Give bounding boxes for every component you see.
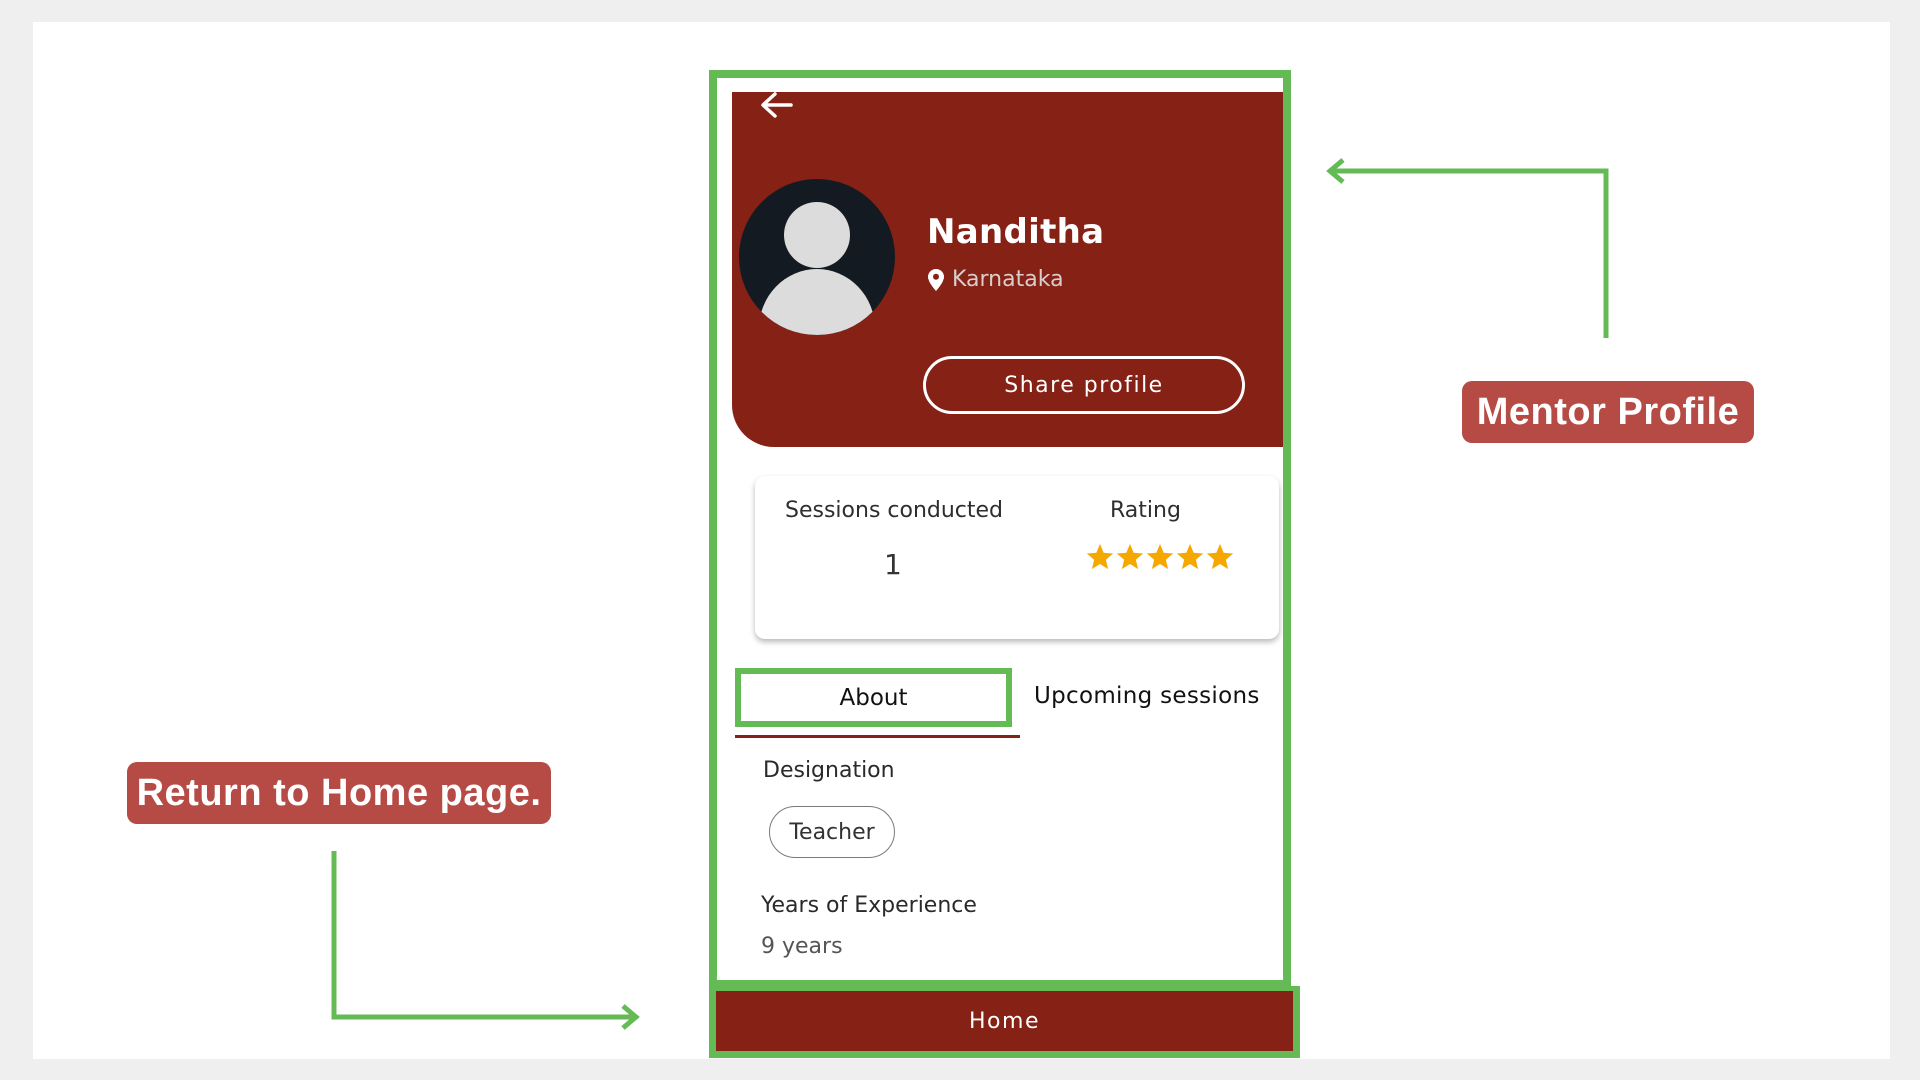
star-icon bbox=[1176, 543, 1204, 570]
mentor-profile-screen: Nanditha Karnataka Share profile Session… bbox=[709, 70, 1291, 988]
designation-chip: Teacher bbox=[769, 806, 895, 858]
star-icon bbox=[1206, 543, 1234, 570]
back-arrow-icon[interactable] bbox=[758, 86, 796, 124]
bottom-nav-bar: Home bbox=[709, 986, 1300, 1058]
tab-about[interactable]: About bbox=[735, 668, 1020, 738]
experience-label: Years of Experience bbox=[761, 893, 977, 918]
user-avatar-icon bbox=[739, 179, 895, 335]
location-text: Karnataka bbox=[952, 267, 1064, 292]
mentor-name: Nanditha bbox=[927, 212, 1105, 252]
tab-upcoming-sessions[interactable]: Upcoming sessions bbox=[1034, 683, 1260, 709]
tab-about-label: About bbox=[839, 684, 908, 711]
rating-label: Rating bbox=[1110, 498, 1181, 523]
location-row: Karnataka bbox=[928, 267, 1064, 292]
return-home-callout: Return to Home page. bbox=[127, 762, 551, 824]
star-icon bbox=[1146, 543, 1174, 570]
experience-value: 9 years bbox=[761, 934, 843, 959]
rating-stars bbox=[1085, 542, 1235, 572]
location-pin-icon bbox=[928, 268, 944, 291]
sessions-conducted-value: 1 bbox=[884, 548, 902, 581]
share-profile-button[interactable]: Share profile bbox=[923, 356, 1245, 414]
mentor-profile-callout: Mentor Profile bbox=[1462, 381, 1754, 443]
sessions-conducted-label: Sessions conducted bbox=[785, 498, 1004, 523]
stats-card: Sessions conducted 1 Rating bbox=[755, 476, 1279, 639]
home-button[interactable]: Home bbox=[716, 991, 1293, 1051]
designation-label: Designation bbox=[763, 758, 895, 783]
star-icon bbox=[1086, 543, 1114, 570]
profile-header: Nanditha Karnataka Share profile bbox=[732, 92, 1283, 447]
star-icon bbox=[1116, 543, 1144, 570]
